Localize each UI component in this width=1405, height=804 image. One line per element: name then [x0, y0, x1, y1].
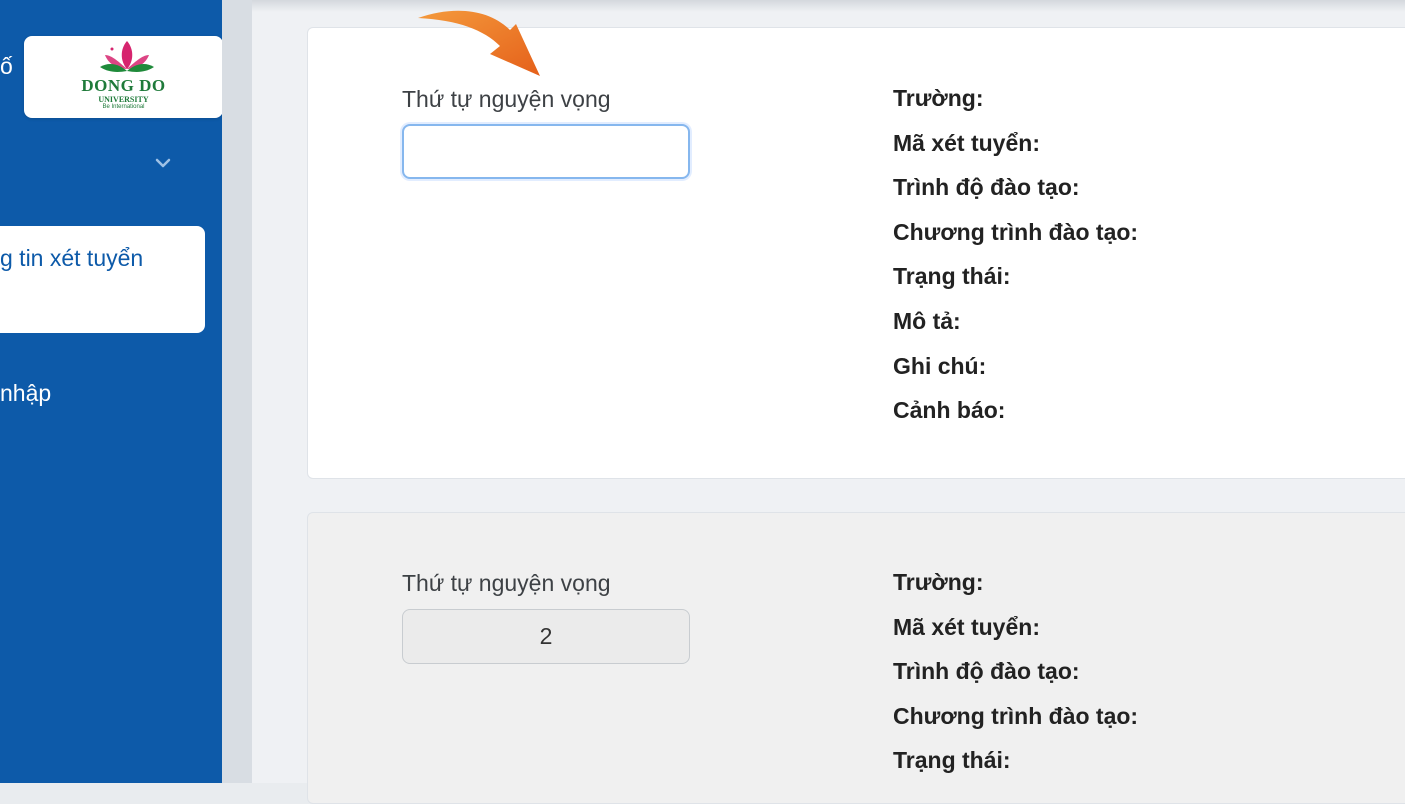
- sidebar-item-label: g tin xét tuyển: [0, 245, 144, 271]
- sidebar-item-login[interactable]: nhập: [0, 380, 51, 407]
- info-list: Trường: Mã xét tuyển: Trình độ đào tạo: …: [893, 569, 1138, 792]
- logo-name: DONG DO: [81, 76, 166, 95]
- wish-card: Thứ tự nguyện vọng Trường: Mã xét tuyển:…: [307, 27, 1405, 479]
- sidebar-partial-text: ố: [0, 53, 13, 79]
- lotus-icon: [100, 41, 154, 72]
- sidebar: ố DONG DO UNIVERSITY Be International g …: [0, 0, 223, 783]
- info-label-status: Trạng thái:: [893, 263, 1011, 290]
- university-logo[interactable]: DONG DO UNIVERSITY Be International: [24, 36, 223, 118]
- sidebar-item-admission-info[interactable]: g tin xét tuyển: [0, 226, 205, 333]
- order-input-disabled: 2: [402, 609, 690, 664]
- info-label-program: Chương trình đào tạo:: [893, 702, 1139, 729]
- wish-card: Thứ tự nguyện vọng 2 Trường: Mã xét tuyể…: [307, 512, 1405, 804]
- info-label-education-level: Trình độ đào tạo:: [893, 658, 1080, 685]
- info-label-status: Trạng thái:: [893, 747, 1011, 774]
- order-label: Thứ tự nguyện vọng: [402, 86, 611, 112]
- info-label-program: Chương trình đào tạo:: [893, 218, 1139, 245]
- logo-tagline: Be International: [102, 104, 145, 110]
- info-label-description: Mô tả:: [893, 307, 961, 334]
- logo-subtitle: UNIVERSITY: [98, 95, 149, 104]
- order-input[interactable]: [402, 124, 690, 179]
- chevron-down-icon[interactable]: [152, 152, 174, 174]
- info-label-admission-code: Mã xét tuyển:: [893, 129, 1040, 156]
- info-label-admission-code: Mã xét tuyển:: [893, 613, 1040, 640]
- info-label-warning: Cảnh báo:: [893, 397, 1006, 424]
- info-label-note: Ghi chú:: [893, 352, 987, 379]
- info-label-education-level: Trình độ đào tạo:: [893, 174, 1080, 201]
- info-label-school: Trường:: [893, 85, 984, 111]
- sidebar-gutter: [222, 0, 252, 783]
- info-label-school: Trường:: [893, 569, 984, 595]
- arrow-annotation-icon: [418, 10, 540, 77]
- info-list: Trường: Mã xét tuyển: Trình độ đào tạo: …: [893, 85, 1138, 442]
- order-label: Thứ tự nguyện vọng: [402, 570, 611, 596]
